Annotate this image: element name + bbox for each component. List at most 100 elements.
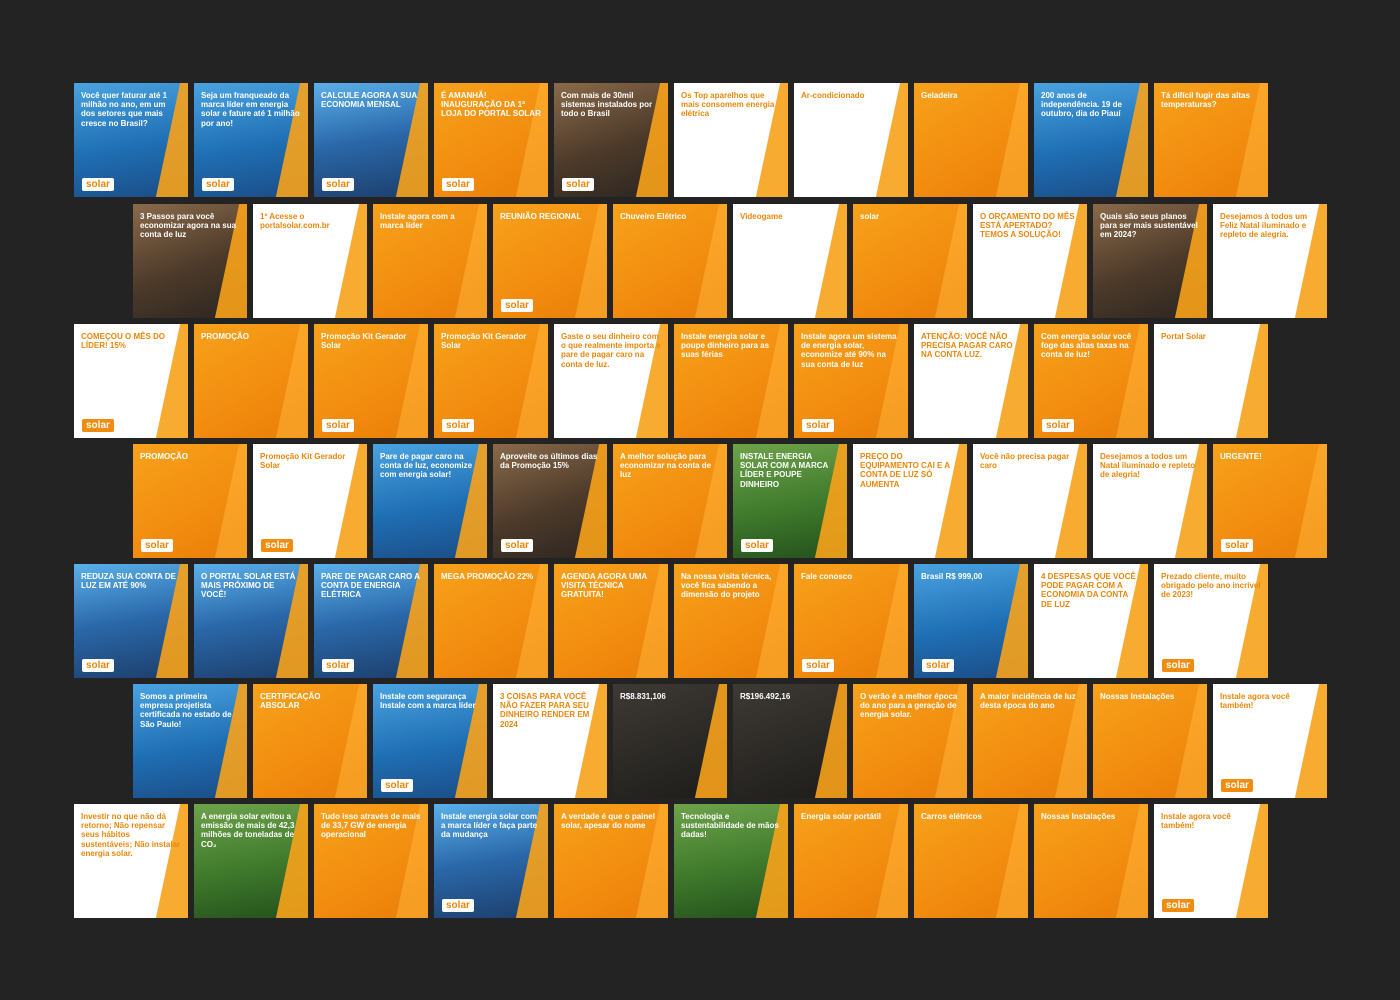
- solar-logo: solar: [442, 178, 474, 191]
- post-thumbnail[interactable]: Nossas Instalações: [1034, 804, 1148, 918]
- post-thumbnail[interactable]: CALCULE AGORA A SUA ECONOMIA MENSAL solar: [314, 83, 428, 197]
- post-headline: A melhor solução para economizar na cont…: [620, 452, 712, 480]
- post-thumbnail[interactable]: A maior incidência de luz desta época do…: [973, 684, 1087, 798]
- post-thumbnail[interactable]: Os Top aparelhos que mais consomem energ…: [674, 83, 788, 197]
- post-thumbnail[interactable]: Tecnologia e sustentabilidade de mãos da…: [674, 804, 788, 918]
- post-thumbnail[interactable]: O verão é a melhor época do ano para a g…: [853, 684, 967, 798]
- post-headline: 200 anos de independência. 19 de outubro…: [1041, 91, 1122, 119]
- post-thumbnail[interactable]: PROMOÇÃO solar: [133, 444, 247, 558]
- post-thumbnail[interactable]: PREÇO DO EQUIPAMENTO CAI E A CONTA DE LU…: [853, 444, 967, 558]
- post-thumbnail[interactable]: Gaste o seu dinheiro com o que realmente…: [554, 324, 668, 438]
- post-thumbnail[interactable]: Instale energia solar e poupe dinheiro p…: [674, 324, 788, 438]
- post-thumbnail[interactable]: 4 DESPESAS QUE VOCÊ PODE PAGAR COM A ECO…: [1034, 564, 1148, 678]
- post-thumbnail[interactable]: Com mais de 30mil sistemas instalados po…: [554, 83, 668, 197]
- post-thumbnail[interactable]: Você quer faturar até 1 milhão no ano, e…: [74, 83, 188, 197]
- post-thumbnail[interactable]: 3 COISAS PARA VOCÊ NÃO FAZER PARA SEU DI…: [493, 684, 607, 798]
- post-thumbnail[interactable]: COMEÇOU O MÊS DO LÍDER! 15% solar: [74, 324, 188, 438]
- post-thumbnail[interactable]: Promoção Kit Gerador Solar solar: [314, 324, 428, 438]
- post-thumbnail[interactable]: Instale agora você também! solar: [1154, 804, 1268, 918]
- post-thumbnail[interactable]: REDUZA SUA CONTA DE LUZ EM ATÉ 90% solar: [74, 564, 188, 678]
- post-thumbnail[interactable]: O ORÇAMENTO DO MÊS ESTÁ APERTADO? TEMOS …: [973, 204, 1087, 318]
- post-thumbnail[interactable]: Fale conosco solar: [794, 564, 908, 678]
- post-headline: Instale agora com a marca líder: [380, 212, 455, 231]
- post-thumbnail[interactable]: Brasil R$ 999,00 solar: [914, 564, 1028, 678]
- post-headline: Nossas Instalações: [1100, 692, 1175, 701]
- post-headline: Na nossa visita técnica, você fica saben…: [681, 572, 772, 600]
- post-thumbnail[interactable]: Prezado cliente, muito obrigado pelo ano…: [1154, 564, 1268, 678]
- post-thumbnail[interactable]: Somos a primeira empresa projetista cert…: [133, 684, 247, 798]
- post-thumbnail[interactable]: Tudo isso através de mais de 33,7 GW de …: [314, 804, 428, 918]
- post-row: Investir no que não dá retorno; Não repe…: [74, 804, 1268, 918]
- post-thumbnail[interactable]: Geladeira: [914, 83, 1028, 197]
- post-thumbnail[interactable]: INSTALE ENERGIA SOLAR COM A MARCA LÍDER …: [733, 444, 847, 558]
- post-headline: PARE DE PAGAR CARO A CONTA DE ENERGIA EL…: [321, 572, 420, 600]
- post-headline: Quais são seus planos para ser mais sust…: [1100, 212, 1198, 240]
- post-thumbnail[interactable]: URGENTE! solar: [1213, 444, 1327, 558]
- post-headline: Tá difícil fugir das altas temperaturas?: [1161, 91, 1250, 110]
- post-thumbnail[interactable]: solar: [853, 204, 967, 318]
- post-thumbnail[interactable]: PROMOÇÃO: [194, 324, 308, 438]
- solar-logo: solar: [501, 539, 533, 552]
- post-row: PROMOÇÃO solar Promoção Kit Gerador Solar s…: [133, 444, 1327, 558]
- post-thumbnail[interactable]: Aproveite os últimos dias da Promoção 15…: [493, 444, 607, 558]
- post-thumbnail[interactable]: Energia solar portátil: [794, 804, 908, 918]
- post-headline: Energia solar portátil: [801, 812, 882, 821]
- post-headline: REDUZA SUA CONTA DE LUZ EM ATÉ 90%: [81, 572, 176, 591]
- post-thumbnail[interactable]: Instale agora você também! solar: [1213, 684, 1327, 798]
- post-thumbnail[interactable]: ATENÇÃO: VOCÊ NÃO PRECISA PAGAR CARO NA …: [914, 324, 1028, 438]
- post-thumbnail[interactable]: Instale com segurança Instale com a marc…: [373, 684, 487, 798]
- post-thumbnail[interactable]: Tá difícil fugir das altas temperaturas?: [1154, 83, 1268, 197]
- post-headline: Brasil R$ 999,00: [921, 572, 983, 581]
- post-thumbnail[interactable]: MEGA PROMOÇÃO 22%: [434, 564, 548, 678]
- post-thumbnail[interactable]: Portal Solar: [1154, 324, 1268, 438]
- post-headline: PROMOÇÃO: [140, 452, 188, 461]
- post-thumbnail[interactable]: Você não precisa pagar caro: [973, 444, 1087, 558]
- solar-logo: solar: [322, 659, 354, 672]
- post-thumbnail[interactable]: Instale energia solar com a marca líder …: [434, 804, 548, 918]
- post-thumbnail[interactable]: CERTIFICAÇÃO ABSOLAR: [253, 684, 367, 798]
- post-thumbnail[interactable]: R$8.831,106: [613, 684, 727, 798]
- post-thumbnail[interactable]: AGENDA AGORA UMA VISITA TÉCNICA GRATUITA…: [554, 564, 668, 678]
- post-thumbnail[interactable]: Seja um franqueado da marca líder em ene…: [194, 83, 308, 197]
- post-thumbnail[interactable]: Desejamos a todos um Natal iluminado e r…: [1093, 444, 1207, 558]
- post-thumbnail[interactable]: É AMANHÃ! INAUGURAÇÃO DA 1ª LOJA DO PORT…: [434, 83, 548, 197]
- post-thumbnail[interactable]: Na nossa visita técnica, você fica saben…: [674, 564, 788, 678]
- post-thumbnail[interactable]: 1º Acesse o portalsolar.com.br: [253, 204, 367, 318]
- post-headline: Com mais de 30mil sistemas instalados po…: [561, 91, 653, 119]
- post-headline: ATENÇÃO: VOCÊ NÃO PRECISA PAGAR CARO NA …: [921, 332, 1013, 360]
- post-thumbnail[interactable]: 200 anos de independência. 19 de outubro…: [1034, 83, 1148, 197]
- post-headline: Fale conosco: [801, 572, 853, 581]
- post-headline: 3 COISAS PARA VOCÊ NÃO FAZER PARA SEU DI…: [500, 692, 590, 729]
- post-thumbnail[interactable]: Promoção Kit Gerador Solar solar: [253, 444, 367, 558]
- post-headline: Aproveite os últimos dias da Promoção 15…: [500, 452, 598, 471]
- post-thumbnail[interactable]: A energia solar evitou a emissão de mais…: [194, 804, 308, 918]
- solar-logo: solar: [322, 178, 354, 191]
- post-thumbnail[interactable]: Promoção Kit Gerador Solar solar: [434, 324, 548, 438]
- post-thumbnail[interactable]: Instale agora um sistema de energia sola…: [794, 324, 908, 438]
- post-thumbnail[interactable]: Nossas Instalações: [1093, 684, 1207, 798]
- post-thumbnail[interactable]: R$196.492,16: [733, 684, 847, 798]
- post-thumbnail[interactable]: Instale agora com a marca líder: [373, 204, 487, 318]
- post-thumbnail[interactable]: Carros elétricos: [914, 804, 1028, 918]
- post-thumbnail[interactable]: 3 Passos para você economizar agora na s…: [133, 204, 247, 318]
- post-thumbnail[interactable]: Ar-condicionado: [794, 83, 908, 197]
- solar-logo: solar: [802, 419, 834, 432]
- post-headline: Videogame: [740, 212, 783, 221]
- post-thumbnail[interactable]: Quais são seus planos para ser mais sust…: [1093, 204, 1207, 318]
- post-thumbnail[interactable]: REUNIÃO REGIONAL solar: [493, 204, 607, 318]
- post-thumbnail[interactable]: Chuveiro Elétrico: [613, 204, 727, 318]
- post-thumbnail[interactable]: PARE DE PAGAR CARO A CONTA DE ENERGIA EL…: [314, 564, 428, 678]
- post-thumbnail[interactable]: Pare de pagar caro na conta de luz, econ…: [373, 444, 487, 558]
- post-thumbnail[interactable]: Com energia solar você foge das altas ta…: [1034, 324, 1148, 438]
- post-headline: Instale agora você também!: [1220, 692, 1290, 711]
- post-thumbnail[interactable]: A melhor solução para economizar na cont…: [613, 444, 727, 558]
- post-thumbnail[interactable]: O PORTAL SOLAR ESTÁ MAIS PRÓXIMO DE VOCÊ…: [194, 564, 308, 678]
- post-headline: AGENDA AGORA UMA VISITA TÉCNICA GRATUITA…: [561, 572, 647, 600]
- post-thumbnail[interactable]: Investir no que não dá retorno; Não repe…: [74, 804, 188, 918]
- post-thumbnail[interactable]: Desejamos à todos um Feliz Natal ilumina…: [1213, 204, 1327, 318]
- post-headline: Promoção Kit Gerador Solar: [321, 332, 407, 351]
- solar-logo: solar: [501, 299, 533, 312]
- post-thumbnail[interactable]: Videogame: [733, 204, 847, 318]
- post-thumbnail[interactable]: A verdade é que o painel solar, apesar d…: [554, 804, 668, 918]
- post-headline: Carros elétricos: [921, 812, 982, 821]
